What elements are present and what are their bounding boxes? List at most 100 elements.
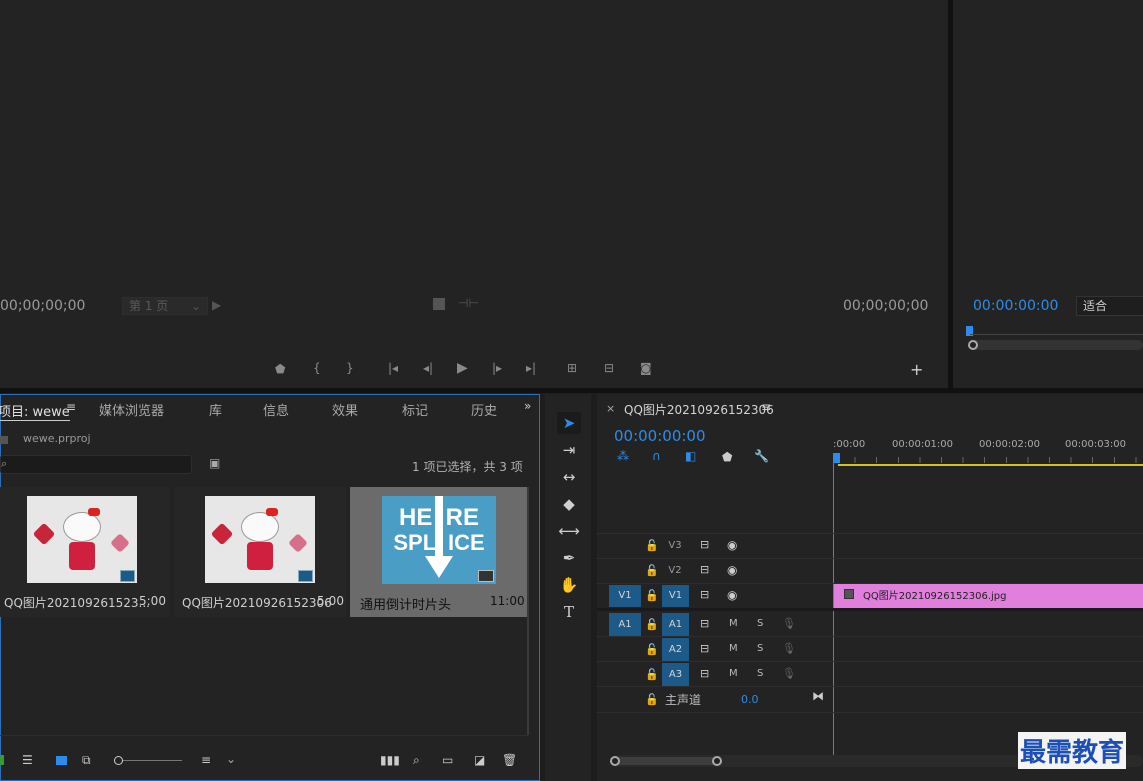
pen-tool-icon[interactable]: ✒	[557, 547, 581, 569]
tab-markers[interactable]: 标记	[402, 400, 428, 419]
mute-a3[interactable]: M	[729, 668, 738, 679]
zoom-handle-icon[interactable]	[968, 340, 978, 350]
freeform-view-icon[interactable]: ⧉	[82, 753, 91, 768]
lock-icon[interactable]: 🔓	[645, 668, 659, 681]
sync-lock-icon[interactable]: ⊟	[700, 588, 709, 601]
step-back-icon[interactable]: ◂|	[423, 361, 433, 375]
eye-icon[interactable]: ◉	[727, 538, 737, 552]
selection-tool-icon[interactable]: ➤	[557, 412, 581, 434]
tab-effects[interactable]: 效果	[332, 400, 358, 419]
master-volume-value[interactable]: 0.0	[741, 693, 759, 706]
add-button-icon[interactable]: +	[910, 360, 923, 379]
track-a3-label[interactable]: A3	[662, 663, 689, 686]
source-patch-v1[interactable]: V1	[609, 585, 641, 607]
play-triangle-icon[interactable]: ▶	[212, 298, 221, 312]
drag-audio-icon[interactable]: ⊣⊢	[458, 296, 479, 310]
solo-a2[interactable]: S	[757, 643, 763, 654]
fit-dropdown[interactable]: 适合	[1076, 296, 1143, 316]
scroll-end-handle-icon[interactable]	[712, 756, 722, 766]
close-icon[interactable]: ×	[606, 402, 615, 415]
play-icon[interactable]: ▶	[457, 360, 468, 376]
new-item-icon[interactable]: ◪	[474, 753, 485, 767]
sync-lock-icon[interactable]: ⊟	[700, 617, 709, 630]
project-item-2[interactable]: QQ图片20210926152306 5:00	[174, 487, 346, 617]
find-bin-icon[interactable]: ▣	[209, 456, 220, 470]
program-timecode[interactable]: 00:00:00:00	[973, 298, 1058, 314]
track-v3-label[interactable]: V3	[663, 536, 687, 556]
go-to-out-icon[interactable]: ▸|	[526, 361, 536, 375]
overwrite-icon[interactable]: ⊟	[604, 361, 614, 375]
mic-icon[interactable]: 🎙	[782, 667, 796, 680]
camera-icon[interactable]: ◙	[640, 361, 652, 375]
lock-icon[interactable]: 🔓	[645, 589, 659, 602]
sync-lock-icon[interactable]: ⊟	[700, 563, 709, 576]
search-input[interactable]: ⌕	[0, 455, 192, 474]
lock-icon[interactable]: 🔓	[645, 539, 659, 552]
project-scrollbar[interactable]	[527, 487, 529, 735]
tab-info[interactable]: 信息	[263, 400, 289, 419]
track-a2-label[interactable]: A2	[662, 638, 689, 661]
sync-lock-icon[interactable]: ⊟	[700, 667, 709, 680]
tab-history[interactable]: 历史	[471, 400, 501, 419]
add-marker-icon[interactable]: ⬟	[722, 450, 732, 464]
track-v2-label[interactable]: V2	[663, 561, 687, 581]
sync-lock-icon[interactable]: ⊟	[700, 642, 709, 655]
timeline-timecode[interactable]: 00:00:00:00	[614, 427, 706, 445]
program-zoom-bar[interactable]	[970, 340, 1143, 350]
step-forward-icon[interactable]: |▸	[492, 361, 502, 375]
find-icon[interactable]: ⌕	[413, 753, 420, 768]
solo-a1[interactable]: S	[757, 618, 763, 629]
project-item-3[interactable]: HE RE SPL ICE 通用倒计时片头 11:00	[350, 487, 527, 617]
lock-icon[interactable]: 🔓	[645, 564, 659, 577]
timeline-clip[interactable]: QQ图片20210926152306.jpg	[834, 584, 1143, 608]
project-item-1[interactable]: QQ图片202109261523... 5:00	[0, 487, 170, 617]
tab-libraries[interactable]: 库	[209, 400, 222, 419]
eye-icon[interactable]: ◉	[727, 588, 737, 602]
mic-icon[interactable]: 🎙	[782, 617, 796, 630]
trash-icon[interactable]: 🗑	[502, 753, 517, 767]
marker-icon[interactable]: ⬟	[275, 362, 285, 376]
eye-icon[interactable]: ◉	[727, 563, 737, 577]
ripple-edit-tool-icon[interactable]: ↔	[557, 466, 581, 488]
list-view-icon[interactable]: ☰	[22, 753, 33, 767]
slip-tool-icon[interactable]: ⟷	[557, 520, 581, 542]
panel-menu-icon[interactable]: ≡	[66, 400, 76, 414]
linked-selection-icon[interactable]: ◧	[685, 449, 696, 463]
go-to-in-icon[interactable]: |◂	[388, 361, 398, 375]
lock-icon[interactable]: 🔓	[645, 693, 659, 706]
zoom-slider-handle-icon[interactable]	[114, 756, 123, 765]
page-selector[interactable]: 第 1 页 ⌄	[122, 297, 208, 315]
nest-icon[interactable]: ⁂	[617, 449, 629, 463]
timeline-playhead-handle[interactable]	[833, 453, 840, 463]
lock-icon[interactable]: 🔓	[645, 643, 659, 656]
scroll-start-handle-icon[interactable]	[610, 756, 620, 766]
master-end-icon[interactable]: ⧓	[812, 689, 824, 703]
work-area-bar[interactable]	[838, 464, 1143, 466]
type-tool-icon[interactable]: T	[557, 601, 581, 623]
mute-a1[interactable]: M	[729, 618, 738, 629]
sequence-menu-icon[interactable]: ≡	[761, 400, 771, 414]
mark-in-icon[interactable]: {	[313, 361, 321, 375]
mute-a2[interactable]: M	[729, 643, 738, 654]
track-select-tool-icon[interactable]: ⇥	[557, 439, 581, 461]
wrench-icon[interactable]: 🔧	[754, 449, 769, 463]
source-timecode-in[interactable]: 00;00;00;00	[0, 298, 85, 314]
track-a1-label[interactable]: A1	[662, 613, 689, 636]
source-timecode-out[interactable]: 00;00;00;00	[843, 298, 928, 314]
export-frame-icon[interactable]	[433, 298, 445, 310]
timeline-scroll-thumb[interactable]	[615, 757, 719, 765]
source-patch-a1[interactable]: A1	[609, 613, 641, 636]
snap-magnet-icon[interactable]: ∩	[652, 449, 661, 463]
insert-icon[interactable]: ⊞	[567, 361, 577, 375]
hand-tool-icon[interactable]: ✋	[557, 574, 581, 596]
razor-tool-icon[interactable]: ◆	[557, 493, 581, 515]
chevron-down-icon[interactable]: ⌄	[226, 752, 236, 766]
mark-out-icon[interactable]: }	[346, 361, 354, 375]
mic-icon[interactable]: 🎙	[782, 642, 796, 655]
sync-lock-icon[interactable]: ⊟	[700, 538, 709, 551]
sequence-tab[interactable]: QQ图片20210926152306	[624, 401, 774, 418]
sort-icon[interactable]: ≡	[201, 753, 211, 767]
automate-sequence-icon[interactable]: ▮▮▮	[380, 753, 400, 767]
new-bin-icon[interactable]: ▭	[442, 753, 453, 767]
tab-project[interactable]: 项目: wewe	[0, 401, 70, 421]
